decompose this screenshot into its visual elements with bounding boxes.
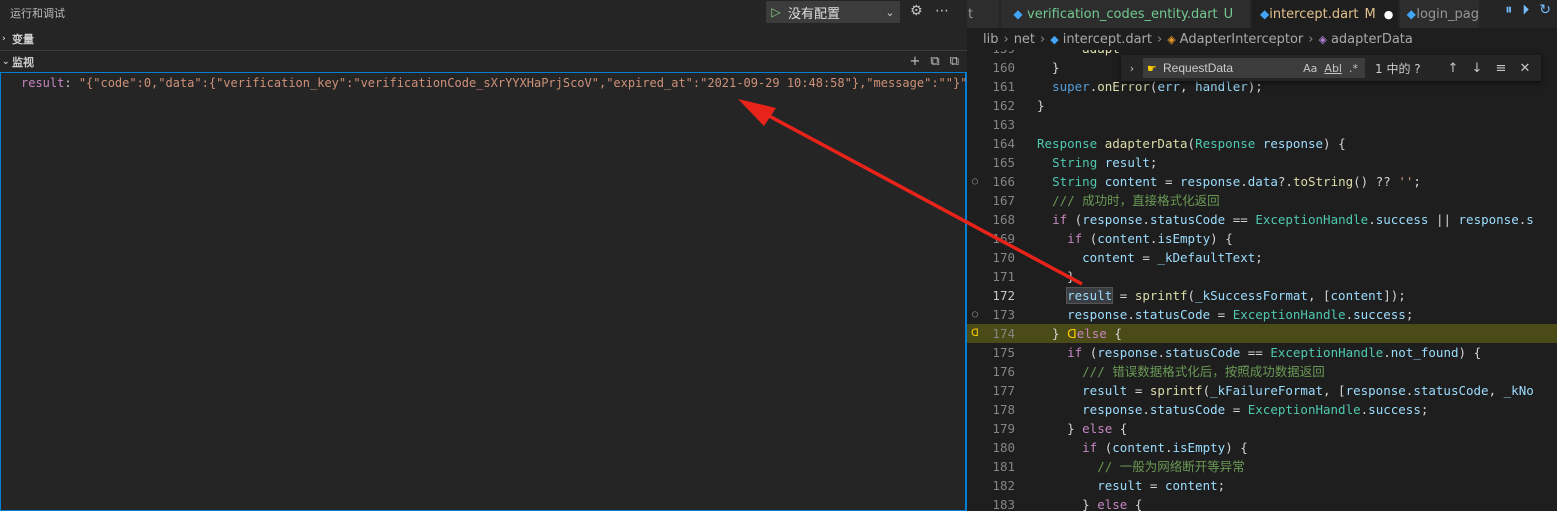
gear-icon[interactable]: ⚙ xyxy=(910,3,923,19)
class-icon: ◈ xyxy=(1167,32,1176,46)
unsaved-dot-icon[interactable]: ● xyxy=(1384,8,1394,21)
watch-expression-value: "{"code":0,"data":{"verification_key":"v… xyxy=(78,76,968,90)
code-line: ○ 166 String content = response.data?.toS… xyxy=(971,174,1421,189)
code-line: 178 response.statusCode = ExceptionHandl… xyxy=(992,402,1429,417)
variables-section-header[interactable]: › 变量 xyxy=(0,28,967,50)
find-query: RequestData xyxy=(1163,61,1234,75)
code-line: 165 String result; xyxy=(992,155,1158,170)
code-line: 177 result = sprintf(_kFailureFormat, [r… xyxy=(992,383,1534,398)
variables-title: 变量 xyxy=(12,33,34,46)
regex-toggle[interactable]: .* xyxy=(1349,62,1358,75)
code-line: 180 if (content.isEmpty) { xyxy=(992,440,1248,455)
breadcrumb-item[interactable]: intercept.dart xyxy=(1063,32,1152,47)
git-status-badge: M xyxy=(1364,6,1376,22)
chevron-down-icon: ⌄ xyxy=(2,56,10,67)
match-case-toggle[interactable]: Aa xyxy=(1303,62,1317,75)
code-line: 183 } else { xyxy=(992,497,1143,511)
dart-file-icon: ◆ xyxy=(1050,32,1059,46)
tab-partial[interactable]: t xyxy=(967,0,1000,28)
dart-file-icon: ◆ xyxy=(1406,7,1416,21)
dart-file-icon: ◆ xyxy=(1260,7,1270,21)
watch-expression[interactable]: result: "{"code":0,"data":{"verification… xyxy=(21,76,967,90)
panel-title: 运行和调试 xyxy=(10,7,65,20)
code-line: 167 /// 成功时，直接格式化返回 xyxy=(992,193,1220,208)
debug-toolbar: 运行和调试 ▷ 没有配置 ⌄ ⚙ ⋯ xyxy=(0,0,967,28)
start-debug-icon[interactable]: ▷ xyxy=(766,5,786,19)
tab-verification-codes-entity[interactable]: ◆ verification_codes_entity.dart U xyxy=(1001,0,1251,28)
run-config-dropdown[interactable]: ▷ 没有配置 ⌄ xyxy=(766,1,900,23)
code-line: 163 xyxy=(992,117,1015,132)
code-line: 182 result = content; xyxy=(992,478,1226,493)
watch-actions: + ⧉ ⧉ xyxy=(910,54,960,69)
inline-breakpoint-icon: ᗡ xyxy=(1067,326,1077,341)
continue-icon[interactable]: ⏵ xyxy=(1522,2,1529,18)
breadcrumb-item[interactable]: AdapterInterceptor xyxy=(1180,32,1304,47)
code-editor[interactable]: 159 adapt 160 } 161 super.onError(err, h… xyxy=(967,50,1557,511)
chevron-right-icon: › xyxy=(2,34,6,44)
dart-file-icon: ◆ xyxy=(1013,7,1023,21)
editor-tab-bar: t ◆ verification_codes_entity.dart U ◆ i… xyxy=(967,0,1557,28)
tab-intercept[interactable]: ◆ intercept.dart M ● xyxy=(1252,0,1399,28)
add-expression-icon[interactable]: + xyxy=(910,54,921,69)
remove-all-icon[interactable]: ⧉ xyxy=(950,54,959,69)
code-line: 164 Response adapterData(Response respons… xyxy=(992,136,1346,151)
find-widget: › ☛ RequestData Aa Abl .* 1 中的 ? ↑ ↓ ≡ ✕ xyxy=(1121,55,1541,81)
breadcrumb-item[interactable]: lib xyxy=(983,32,998,47)
whole-word-toggle[interactable]: Abl xyxy=(1324,62,1342,75)
restart-icon[interactable]: ↻ xyxy=(1539,2,1551,18)
collapse-all-icon[interactable]: ⧉ xyxy=(930,54,939,69)
find-input[interactable]: ☛ RequestData Aa Abl .* xyxy=(1143,58,1365,78)
breadcrumb-item[interactable]: adapterData xyxy=(1331,32,1413,47)
pointer-hand-icon: ☛ xyxy=(1147,61,1157,75)
arrow-down-icon[interactable]: ↓ xyxy=(1465,61,1489,76)
chevron-down-icon[interactable]: ⌄ xyxy=(880,6,900,19)
current-debug-line: ᗡ 174 } ᗡelse { xyxy=(967,324,1557,343)
code-line: 168 if (response.statusCode == Exception… xyxy=(992,212,1534,227)
code-line: 162} xyxy=(992,98,1045,113)
code-line: 175 if (response.statusCode == Exception… xyxy=(992,345,1482,360)
breadcrumb-item[interactable]: net xyxy=(1014,32,1035,47)
arrow-up-icon[interactable]: ↑ xyxy=(1441,61,1465,76)
tab-label: verification_codes_entity.dart xyxy=(1027,6,1218,22)
code-line: 171 } xyxy=(992,269,1075,284)
debug-pointer-icon: ᗡ xyxy=(971,328,979,339)
find-result-count: 1 中的 ? xyxy=(1375,61,1421,76)
tab-label: login_pag xyxy=(1416,6,1479,22)
more-actions-icon[interactable]: ⋯ xyxy=(935,3,949,19)
breadcrumb: lib › net › ◆ intercept.dart › ◈ Adapter… xyxy=(967,28,1557,50)
pause-icon[interactable]: ⏸ xyxy=(1505,2,1512,18)
code-line: 181 // 一般为网络断开等异常 xyxy=(992,459,1245,474)
tab-login-page[interactable]: ◆ login_pag xyxy=(1400,0,1480,28)
watch-title: 监视 xyxy=(12,55,34,69)
method-icon: ◈ xyxy=(1318,32,1327,46)
code-line: 179 } else { xyxy=(992,421,1128,436)
code-line: 176 /// 错误数据格式化后，按照成功数据返回 xyxy=(992,364,1325,379)
tab-label: t xyxy=(968,6,974,22)
code-line: 172 result = sprintf(_kSuccessFormat, [c… xyxy=(992,287,1406,304)
git-status-badge: U xyxy=(1223,6,1234,22)
watch-section-header[interactable]: ⌄ 监视 + ⧉ ⧉ xyxy=(0,50,967,72)
run-config-label: 没有配置 xyxy=(788,6,841,22)
code-line: ○ 173 response.statusCode = ExceptionHand… xyxy=(971,307,1414,322)
editor-actions: ⏸ ⏵ ↻ xyxy=(1505,2,1551,18)
tab-label: intercept.dart xyxy=(1269,6,1359,22)
close-icon[interactable]: ✕ xyxy=(1513,61,1537,76)
debug-sidebar: 运行和调试 ▷ 没有配置 ⌄ ⚙ ⋯ › 变量 ⌄ 监视 + ⧉ ⧉ resul… xyxy=(0,0,967,511)
code-line: 170 content = _kDefaultText; xyxy=(992,250,1263,265)
find-in-selection-icon[interactable]: ≡ xyxy=(1489,61,1513,76)
code-line: 169 if (content.isEmpty) { xyxy=(992,231,1233,246)
toggle-replace-icon[interactable]: › xyxy=(1121,62,1143,75)
watch-list: result: "{"code":0,"data":{"verification… xyxy=(0,72,967,511)
watch-expression-name: result xyxy=(21,76,65,90)
